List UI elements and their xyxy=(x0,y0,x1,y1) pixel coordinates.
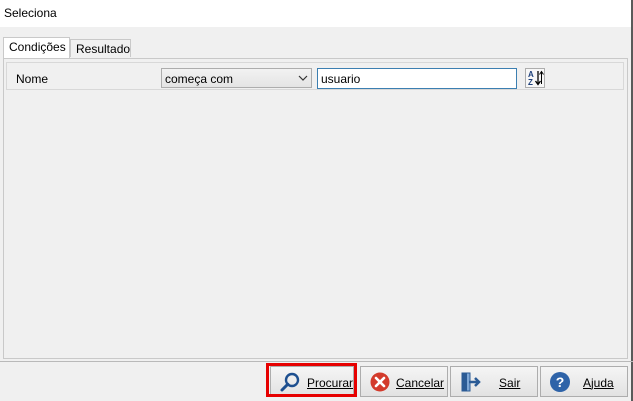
help-question-icon: ? xyxy=(550,372,570,392)
bottom-separator xyxy=(0,361,633,362)
procurar-label: Procurar xyxy=(307,376,354,390)
chevron-down-icon xyxy=(298,75,308,81)
title-bar: Seleciona xyxy=(0,0,633,27)
sort-button[interactable]: A Z xyxy=(525,68,545,88)
sort-az-icon: A Z xyxy=(528,70,544,87)
sair-label: Sair xyxy=(499,376,521,390)
condition-row: Nome começa com A Z xyxy=(6,62,624,90)
cancel-x-icon xyxy=(370,372,390,392)
ajuda-label: Ajuda xyxy=(583,376,614,390)
cancelar-label: Cancelar xyxy=(396,376,445,390)
tab-condicoes-label: Condições xyxy=(9,40,66,54)
procurar-button[interactable]: Procurar xyxy=(270,366,354,397)
cancelar-button[interactable]: Cancelar xyxy=(360,366,448,397)
tab-condicoes[interactable]: Condições xyxy=(3,37,70,58)
window-title: Seleciona xyxy=(4,6,57,20)
operator-value: começa com xyxy=(165,72,234,86)
tab-resultado[interactable]: Resultado xyxy=(70,39,131,57)
operator-select[interactable]: começa com xyxy=(161,68,312,88)
svg-text:Z: Z xyxy=(528,78,533,87)
ajuda-button[interactable]: ? Ajuda xyxy=(540,366,628,397)
svg-text:?: ? xyxy=(556,374,565,390)
magnifier-icon xyxy=(280,372,300,392)
exit-door-icon xyxy=(461,372,481,392)
tab-resultado-label: Resultado xyxy=(76,42,131,56)
conditions-panel: Nome começa com A Z xyxy=(3,58,628,359)
search-value-input[interactable] xyxy=(317,68,517,89)
field-label: Nome xyxy=(16,72,49,86)
sair-button[interactable]: Sair xyxy=(450,366,538,397)
